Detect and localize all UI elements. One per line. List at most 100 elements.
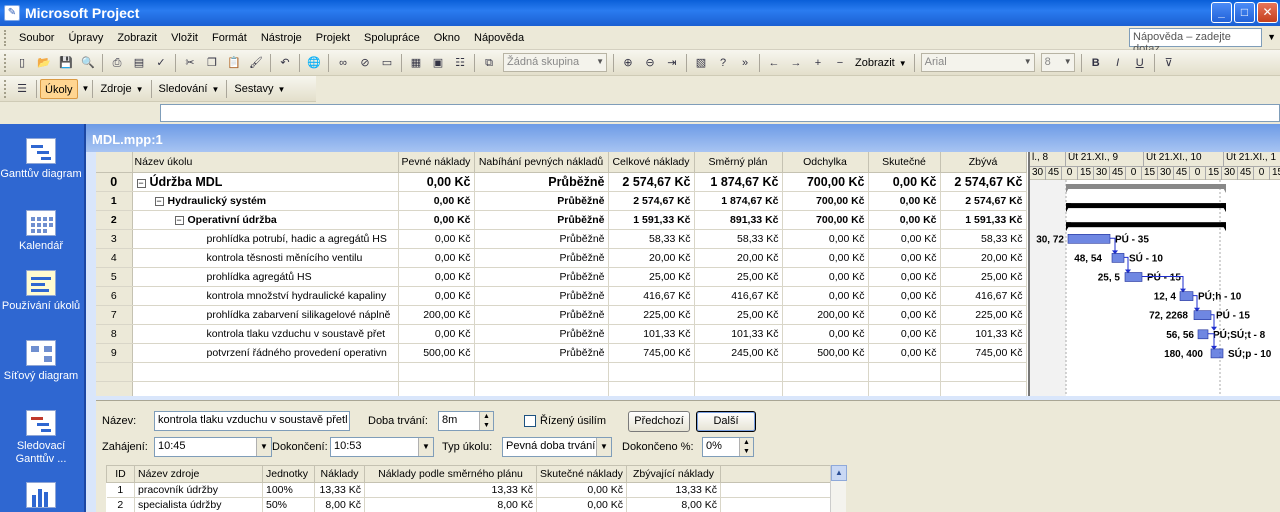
res-header-name[interactable]: Název zdroje [134,465,263,483]
variance-cell[interactable]: 0,00 Kč [782,267,869,287]
task-info-icon[interactable]: ▦ [407,54,425,72]
variance-cell[interactable]: 0,00 Kč [782,324,869,344]
font-size-combo[interactable]: 8 ▼ [1040,53,1075,72]
task-id[interactable]: 9 [96,343,133,363]
close-button[interactable]: ✕ [1257,2,1278,23]
baseline-cell[interactable]: 416,67 Kč [694,286,783,306]
assign-resources-icon[interactable]: ☷ [451,54,469,72]
fixed-cost-cell[interactable]: 0,00 Kč [398,267,475,287]
column-header-remaining[interactable]: Zbývá [940,152,1027,173]
menu-insert[interactable]: Vložit [164,32,205,44]
next-button[interactable]: Další [696,411,756,432]
column-header-fixed-cost-accrual[interactable]: Nabíhání pevných nákladů [474,152,609,173]
actual-cell[interactable]: 0,00 Kč [868,286,941,306]
resource-scrollbar[interactable]: ▲ [830,465,847,512]
group-by-combo[interactable]: Žádná skupina ▼ [503,53,607,72]
paste-icon[interactable]: 📋 [225,54,243,72]
new-icon[interactable]: ▯ [13,54,31,72]
menu-view[interactable]: Zobrazit [110,32,164,44]
task-name-cell[interactable]: kontrola tlaku vzduchu v soustavě přet [132,324,399,344]
fixed-cost-cell[interactable]: 200,00 Kč [398,305,475,325]
actual-cell[interactable]: 0,00 Kč [868,172,941,192]
column-header-id[interactable] [96,152,133,173]
actual-cell[interactable]: 0,00 Kč [868,229,941,249]
reports-button[interactable]: Sestavy ▼ [230,79,289,99]
column-header-variance[interactable]: Odchylka [782,152,869,173]
percent-complete-field[interactable]: 0% ▲ ▼ [702,437,754,457]
task-name-cell[interactable]: − Údržba MDL [132,172,399,192]
menu-project[interactable]: Projekt [309,32,357,44]
link-tasks-icon[interactable]: ∞ [334,54,352,72]
goto-task-icon[interactable]: ⇥ [663,54,681,72]
guide-icon[interactable]: ☰ [13,80,31,98]
remaining-cell[interactable]: 2 574,67 Kč [940,172,1027,192]
fixed-cost-cell[interactable]: 0,00 Kč [398,286,475,306]
hyperlink-icon[interactable]: 🌐 [305,54,323,72]
empty-row[interactable] [96,381,1027,396]
res-header-cost[interactable]: Náklady [314,465,365,483]
print-icon[interactable]: ⎙ [108,54,126,72]
accrual-cell[interactable]: Průběžně [474,267,609,287]
res-header-id[interactable]: ID [106,465,135,483]
outline-show-icon[interactable]: + [809,54,827,72]
cut-icon[interactable]: ✂ [181,54,199,72]
total-cost-cell[interactable]: 416,67 Kč [608,286,695,306]
task-row[interactable]: 0− Údržba MDL 0,00 Kč Průběžně 2 574,67 Kč 1 … [96,172,1027,192]
minimize-button[interactable]: _ [1211,2,1232,23]
task-name-cell[interactable]: potvrzení řádného provedení operativn [132,343,399,363]
actual-cell[interactable]: 0,00 Kč [868,191,941,211]
variance-cell[interactable]: 200,00 Kč [782,305,869,325]
start-dropdown-icon[interactable]: ▼ [256,438,271,456]
column-header-name[interactable]: Název úkolu [132,152,399,173]
remaining-cell[interactable]: 416,67 Kč [940,286,1027,306]
total-cost-cell[interactable]: 745,00 Kč [608,343,695,363]
remaining-cell[interactable]: 58,33 Kč [940,229,1027,249]
variance-cell[interactable]: 500,00 Kč [782,343,869,363]
finish-field[interactable]: 10:53 ▼ [330,437,434,457]
task-row[interactable]: 5 prohlídka agregátů HS 0,00 Kč Průběžně 25,… [96,267,1027,287]
toolbar-options-icon[interactable]: » [736,54,754,72]
accrual-cell[interactable]: Průběžně [474,343,609,363]
column-header-fixed-cost[interactable]: Pevné náklady [398,152,475,173]
res-header-actual[interactable]: Skutečné náklady [536,465,627,483]
variance-cell[interactable]: 700,00 Kč [782,191,869,211]
variance-cell[interactable]: 0,00 Kč [782,248,869,268]
total-cost-cell[interactable]: 20,00 Kč [608,248,695,268]
total-cost-cell[interactable]: 25,00 Kč [608,267,695,287]
zoom-out-icon[interactable]: ⊖ [641,54,659,72]
view-calendar[interactable]: Kalendář [0,210,82,253]
accrual-cell[interactable]: Průběžně [474,248,609,268]
accrual-cell[interactable]: Průběžně [474,305,609,325]
duration-spinner[interactable]: ▲ ▼ [479,412,493,430]
total-cost-cell[interactable]: 2 574,67 Kč [608,191,695,211]
gantt-chart[interactable]: l., 8 Út 21.XI., 9 Út 21.XI., 10 Út 21.XI.,… [1028,152,1280,396]
task-id[interactable]: 2 [96,210,133,230]
task-row[interactable]: 6 kontrola množství hydraulické kapaliny 0… [96,286,1027,306]
column-header-actual[interactable]: Skutečné [868,152,941,173]
task-row[interactable]: 9 potvrzení řádného provedení operativn 50… [96,343,1027,363]
view-task-usage[interactable]: Používání úkolů [0,270,82,313]
spelling-icon[interactable]: ✓ [152,54,170,72]
copy-picture-icon[interactable]: ⧉ [480,54,498,72]
search-file-icon[interactable]: 🔍 [79,54,97,72]
remaining-cell[interactable]: 25,00 Kč [940,267,1027,287]
menu-tools[interactable]: Nástroje [254,32,309,44]
accrual-cell[interactable]: Průběžně [474,324,609,344]
actual-cell[interactable]: 0,00 Kč [868,324,941,344]
unlink-tasks-icon[interactable]: ⊘ [356,54,374,72]
res-header-remaining[interactable]: Zbývající náklady [626,465,721,483]
menu-edit[interactable]: Úpravy [61,32,110,44]
baseline-cell[interactable]: 25,00 Kč [694,267,783,287]
previous-button[interactable]: Předchozí [628,411,690,432]
scroll-left-icon[interactable]: ← [765,54,783,72]
task-id[interactable]: 3 [96,229,133,249]
save-icon[interactable]: 💾 [57,54,75,72]
accrual-cell[interactable]: Průběžně [474,210,609,230]
actual-cell[interactable]: 0,00 Kč [868,210,941,230]
variance-cell[interactable]: 0,00 Kč [782,229,869,249]
actual-cell[interactable]: 0,00 Kč [868,267,941,287]
undo-icon[interactable]: ↶ [276,54,294,72]
empty-row[interactable] [96,362,1027,382]
duration-field[interactable]: 8m ▲ ▼ [438,411,494,431]
guide-grip[interactable] [4,79,8,98]
